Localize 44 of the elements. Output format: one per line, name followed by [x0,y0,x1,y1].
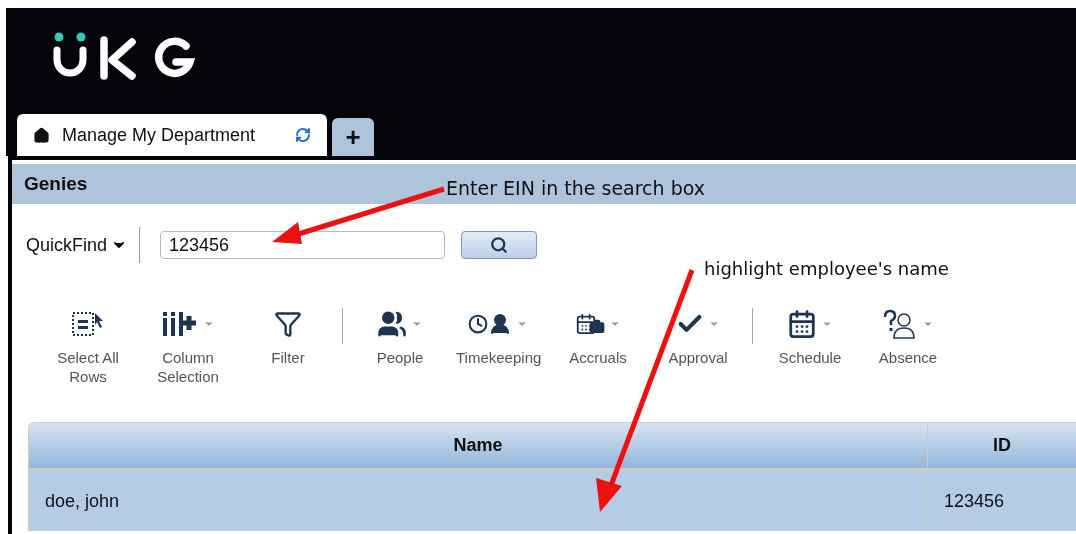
table-row[interactable]: doe, john 123456 [29,471,1076,531]
toolbar-label: Schedule [777,348,843,367]
select-rows-icon [71,310,105,338]
toolbar-label: Timekeeping [456,348,540,367]
column-header[interactable]: ID [928,423,1076,468]
toolbar-label: Accruals [568,348,628,367]
home-icon [33,126,50,144]
toolbar-button[interactable]: People [338,306,448,367]
toolbar-button[interactable]: Select All Rows [38,306,138,386]
new-tab-button[interactable]: + [332,118,374,156]
annotation-text: Enter EIN in the search box [446,176,705,201]
toolbar-button[interactable]: Timekeeping [448,306,548,367]
toolbar-label: Absence [877,348,939,367]
quickfind-dropdown[interactable]: QuickFind [26,227,141,263]
toolbar-button[interactable]: Accruals [548,306,648,367]
search-field[interactable]: 123456 [160,231,446,259]
toolbar-button[interactable]: Filter [238,306,338,367]
filter-icon [274,310,302,338]
columns-add-icon [161,310,199,338]
column-header[interactable]: Name [29,423,928,468]
search-icon [490,236,509,254]
clock-person-icon [468,312,512,336]
calendar-icon [787,309,817,339]
toolbar-button[interactable]: Absence [858,306,958,367]
refresh-icon [295,127,311,143]
calendar-briefcase-icon [575,313,605,335]
table-cell-text: doe, john [45,489,120,513]
toolbar-button[interactable]: Schedule [748,306,858,367]
annotation-text: highlight employee's name [704,257,949,281]
people-icon [377,309,407,339]
department-tab[interactable]: Manage My Department [17,114,327,156]
arrow-icon [270,186,446,246]
toolbar-label: Filter [270,348,306,367]
toolbar-label: People [375,348,425,367]
panel-title: Genies [24,171,88,196]
toolbar-label: Select All Rows [56,348,120,386]
toolbar-label: Column Selection [156,348,220,386]
table-cell-text: 123456 [944,489,1005,513]
toolbar-button[interactable]: Approval [648,306,748,367]
tab-label: Manage My Department [62,123,256,147]
toolbar-button[interactable]: Column Selection [138,306,238,386]
toolbar-label: Approval [667,348,729,367]
search-button[interactable] [461,231,538,259]
question-person-icon [882,309,918,339]
